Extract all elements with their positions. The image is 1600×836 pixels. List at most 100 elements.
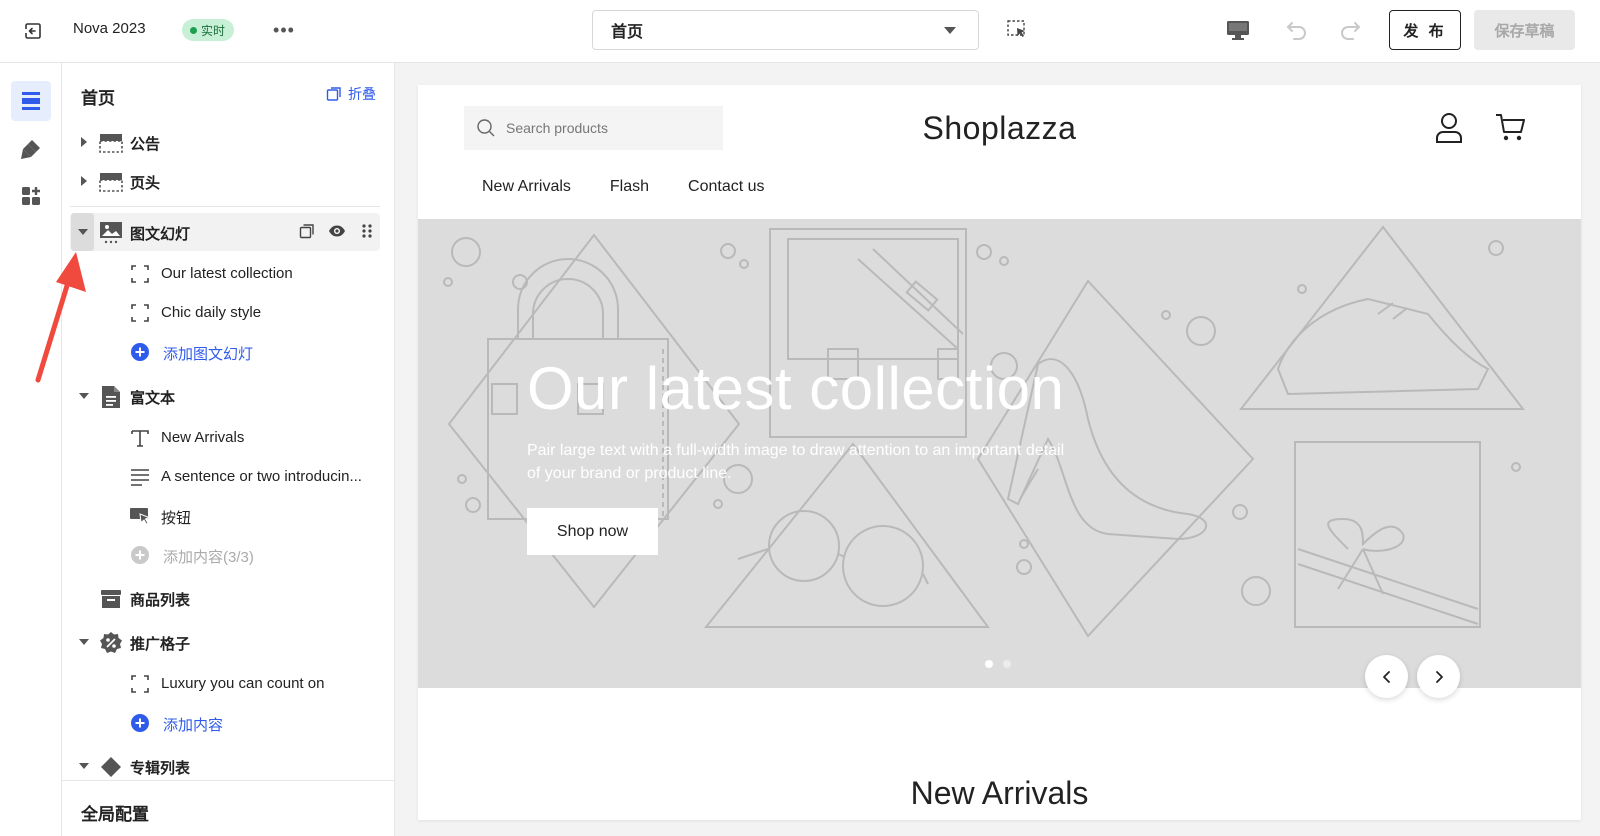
prev-slide-button[interactable] (1365, 655, 1408, 698)
collapse-arrow-icon[interactable] (78, 636, 90, 648)
product-list-icon (101, 590, 121, 608)
block-label: Chic daily style (161, 304, 262, 321)
redo-icon[interactable] (1337, 17, 1365, 45)
add-label: 添加内容 (163, 717, 224, 734)
next-slide-button[interactable] (1417, 655, 1460, 698)
section-header[interactable]: 页头 (70, 162, 380, 200)
block-frame-icon (131, 304, 149, 322)
nav-link[interactable]: New Arrivals (482, 178, 571, 196)
divider (70, 206, 380, 207)
undo-icon[interactable] (1284, 17, 1312, 45)
chevron-down-icon (944, 27, 956, 34)
theme-name: Nova 2023 (73, 20, 146, 37)
collapse-label: 折叠 (348, 86, 376, 102)
block-frame-icon (131, 265, 149, 283)
block-label: New Arrivals (161, 429, 245, 446)
duplicate-icon[interactable] (298, 222, 316, 240)
collapse-arrow-icon[interactable] (78, 390, 90, 402)
block-item[interactable]: 按钮 (70, 497, 380, 535)
add-circle-icon (131, 714, 149, 732)
add-circle-icon (131, 546, 149, 564)
section-label: 商品列表 (130, 592, 191, 609)
theme-style-icon[interactable] (11, 129, 51, 169)
save-draft-button[interactable]: 保存草稿 (1474, 10, 1575, 50)
live-badge-label: 实时 (201, 23, 226, 38)
section-actions (298, 222, 376, 240)
sections-tab-icon[interactable] (11, 81, 51, 121)
header-icon (99, 173, 123, 192)
section-slideshow[interactable]: 图文幻灯 (70, 213, 380, 251)
rich-text-icon (102, 386, 120, 408)
store-logo[interactable]: Shoplazza (418, 110, 1581, 147)
block-frame-icon (131, 675, 149, 693)
add-slide-button[interactable]: 添加图文幻灯 (70, 333, 380, 371)
expand-arrow-icon[interactable] (78, 175, 90, 187)
section-announcement[interactable]: 公告 (70, 123, 380, 161)
section-rich-text[interactable]: 富文本 (70, 377, 380, 415)
store-nav: New Arrivals Flash Contact us (482, 178, 765, 196)
block-item[interactable]: New Arrivals (70, 419, 380, 457)
section-product-list[interactable]: 商品列表 (70, 579, 380, 617)
element-select-icon[interactable] (1006, 19, 1030, 43)
add-content-button[interactable]: 添加内容 (70, 704, 380, 742)
block-item[interactable]: Chic daily style (70, 294, 380, 332)
left-rail (0, 63, 62, 836)
section-label: 图文幻灯 (130, 226, 191, 243)
more-options-icon[interactable]: ••• (270, 16, 298, 44)
sections-sidebar: 首页 折叠 公告 页头 图文幻灯 Our latest collection C… (62, 63, 395, 836)
section-label: 专辑列表 (130, 760, 191, 777)
announcement-icon (99, 134, 123, 153)
block-item[interactable]: Luxury you can count on (70, 665, 380, 703)
hero-slideshow: Our latest collection Pair large text wi… (418, 219, 1581, 688)
block-label: A sentence or two introducin... (161, 468, 362, 485)
collection-list-icon (101, 757, 121, 777)
heading-text-icon (131, 430, 149, 447)
add-circle-icon (131, 343, 149, 361)
page-select-dropdown[interactable]: 首页 (592, 10, 979, 50)
add-label: 添加内容(3/3) (163, 549, 254, 566)
block-label: 按钮 (161, 510, 192, 527)
publish-button[interactable]: 发 布 (1389, 10, 1461, 50)
add-label: 添加图文幻灯 (163, 346, 254, 363)
promo-grid-icon (100, 632, 122, 653)
shop-now-button[interactable]: Shop now (527, 508, 658, 555)
exit-icon[interactable] (20, 18, 46, 44)
button-block-icon (130, 508, 150, 525)
cart-icon[interactable] (1493, 110, 1527, 144)
slide-dot[interactable] (1003, 660, 1011, 668)
nav-link[interactable]: Contact us (688, 178, 764, 196)
live-dot-icon (190, 26, 197, 34)
store-preview: Search products Shoplazza New Arrivals F… (418, 85, 1581, 820)
drag-handle-icon[interactable] (358, 222, 376, 240)
nav-link[interactable]: Flash (610, 178, 649, 196)
add-content-button[interactable]: 添加内容(3/3) (70, 536, 380, 574)
account-icon[interactable] (1432, 110, 1466, 144)
slide-indicators (985, 660, 1011, 668)
live-status-badge: 实时 (182, 19, 235, 41)
slideshow-icon (100, 222, 122, 244)
block-item[interactable]: A sentence or two introducin... (70, 458, 380, 496)
collapse-arrow-icon[interactable] (78, 760, 90, 772)
collapse-icon (326, 87, 341, 101)
global-config-button[interactable]: 全局配置 (62, 780, 394, 836)
block-item[interactable]: Our latest collection (70, 255, 380, 293)
section-promo-grid[interactable]: 推广格子 (70, 623, 380, 661)
paragraph-icon (131, 469, 149, 486)
collapse-arrow-icon[interactable] (71, 213, 94, 251)
desktop-view-icon[interactable] (1225, 17, 1253, 45)
expand-arrow-icon[interactable] (78, 136, 90, 148)
chevron-left-icon (1382, 670, 1390, 683)
top-bar: Nova 2023 实时 ••• 首页 发 布 保存草稿 (0, 0, 1600, 63)
section-label: 富文本 (130, 390, 176, 407)
block-label: Our latest collection (161, 265, 293, 282)
apps-icon[interactable] (11, 176, 51, 216)
visibility-eye-icon[interactable] (328, 222, 346, 240)
page-select-value: 首页 (611, 24, 644, 41)
hero-description: Pair large text with a full-width image … (527, 442, 1065, 482)
section-label: 推广格子 (130, 636, 191, 653)
collapse-button[interactable]: 折叠 (326, 84, 376, 104)
section-label: 页头 (130, 175, 161, 192)
sidebar-title: 首页 (81, 89, 115, 108)
slide-dot[interactable] (985, 660, 993, 668)
global-config-label: 全局配置 (81, 805, 149, 824)
